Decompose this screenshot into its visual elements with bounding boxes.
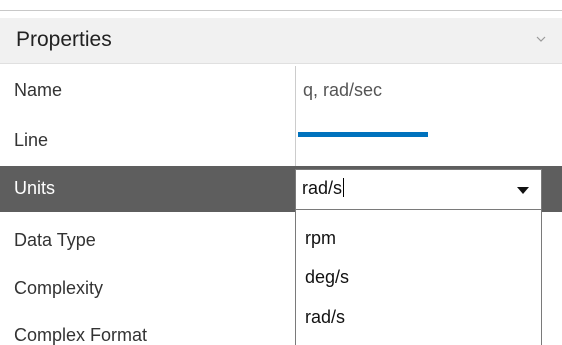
property-inspector: Properties Name q, rad/sec Line Units ra… — [0, 0, 562, 345]
units-dropdown-list: rpm deg/s rad/s — [295, 210, 542, 345]
data-type-label: Data Type — [14, 230, 96, 250]
name-value[interactable]: q, rad/sec — [303, 80, 382, 101]
top-divider — [0, 10, 562, 11]
units-input[interactable]: rad/s — [302, 178, 345, 199]
line-color-swatch[interactable] — [298, 132, 428, 137]
name-label: Name — [14, 80, 63, 100]
units-option-rad-s[interactable]: rad/s — [305, 307, 345, 328]
text-caret — [343, 178, 345, 197]
line-label: Line — [14, 130, 49, 150]
properties-header[interactable]: Properties — [0, 18, 562, 64]
dropdown-arrow-icon[interactable] — [517, 187, 529, 194]
column-divider — [295, 66, 296, 116]
complexity-label: Complexity — [14, 278, 104, 298]
units-input-text: rad/s — [302, 178, 343, 198]
complex-format-label: Complex Format — [14, 325, 148, 345]
units-option-rpm[interactable]: rpm — [305, 228, 336, 249]
row-name: Name q, rad/sec — [0, 66, 562, 116]
units-combobox[interactable]: rad/s — [295, 169, 542, 210]
column-divider — [295, 116, 296, 166]
row-line: Line — [0, 116, 562, 166]
units-label: Units — [14, 178, 56, 198]
units-option-deg-s[interactable]: deg/s — [305, 267, 349, 288]
chevron-down-icon[interactable] — [536, 34, 546, 44]
properties-title: Properties — [16, 28, 112, 51]
